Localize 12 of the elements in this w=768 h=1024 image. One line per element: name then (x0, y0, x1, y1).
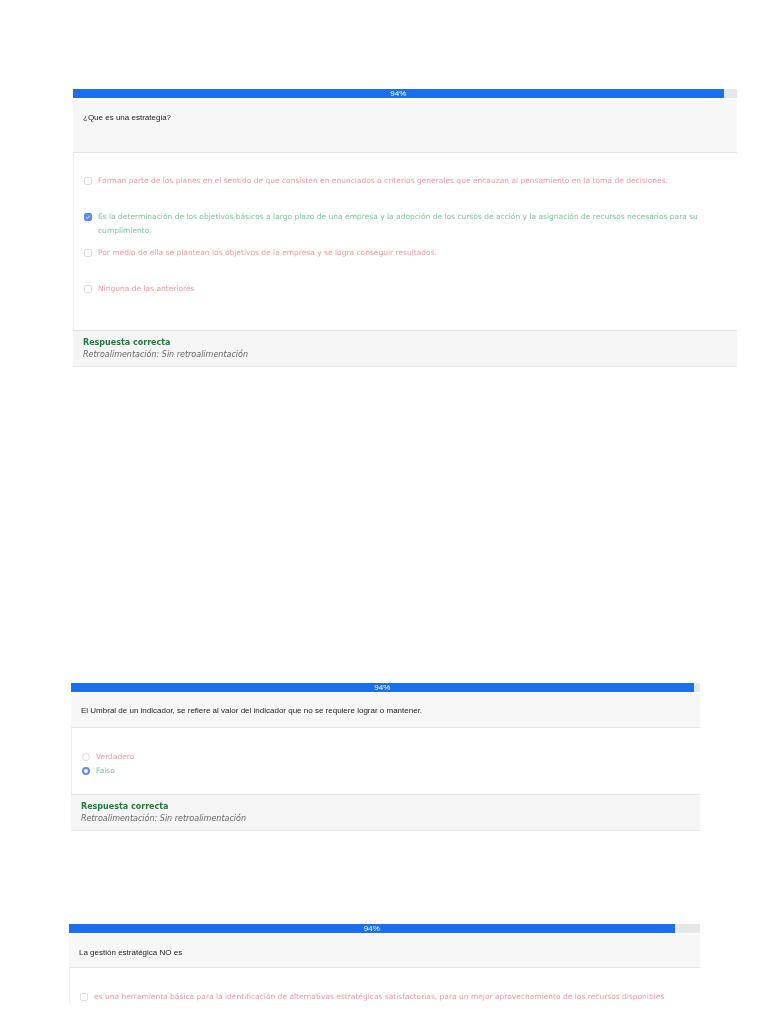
feedback-text: Retroalimentación: Sin retroalimentación (81, 813, 247, 825)
progress-label: 94% (390, 89, 407, 98)
progress-label: 94% (374, 683, 391, 692)
result-text: Respuesta correcta (81, 801, 170, 813)
checkbox[interactable] (84, 213, 92, 221)
progress-label: 94% (363, 924, 380, 933)
question-text: El Umbral de un indicador, se refiere al valor del indicador que no se requiere lograr o mantener. (81, 706, 423, 715)
feedback-text: Retroalimentación: Sin retroalimentación (83, 349, 249, 361)
question-text: La gestión estratégica NO es (79, 948, 183, 957)
question-text: ¿Que es una estrategia? (83, 113, 172, 122)
result-text: Respuesta correcta (83, 337, 172, 349)
radio-button[interactable] (82, 767, 90, 775)
